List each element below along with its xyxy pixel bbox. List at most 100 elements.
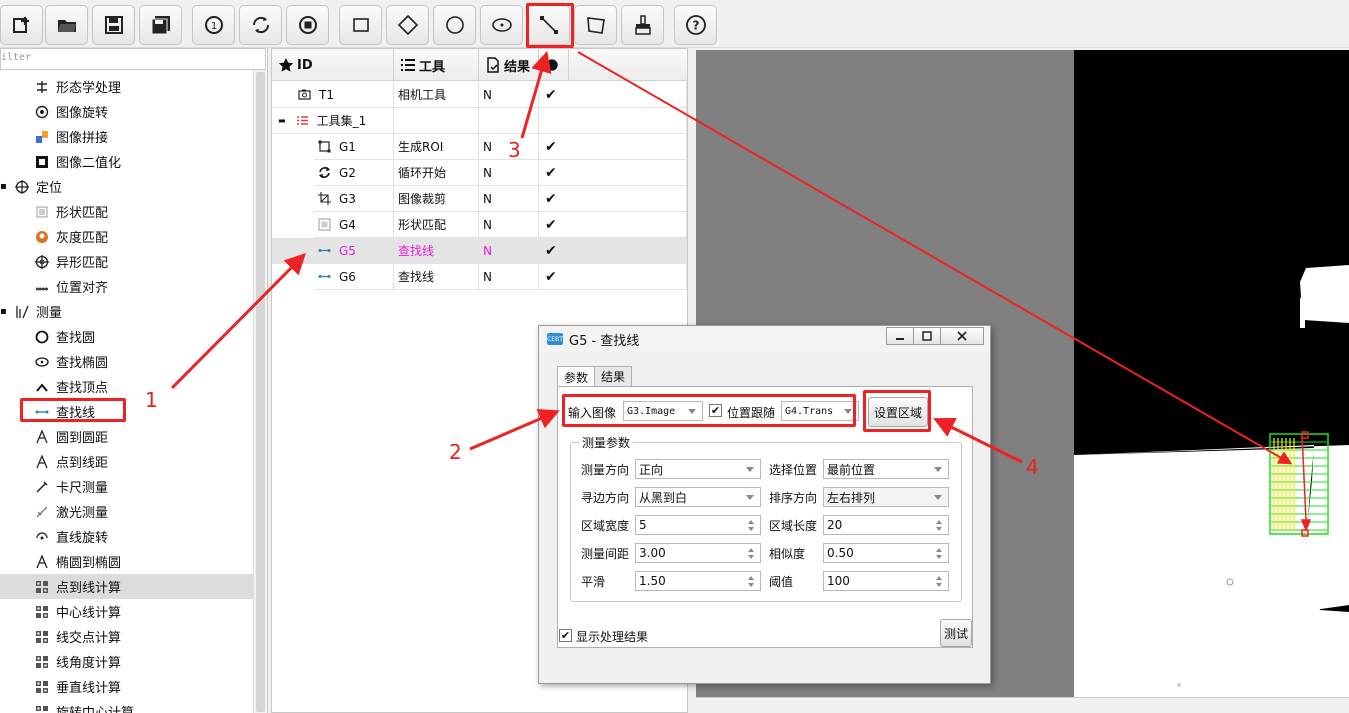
tree-item-3[interactable]: 图像二值化 [0, 149, 254, 174]
clear-roi-icon[interactable] [621, 5, 664, 45]
tree-item-25[interactable]: 旋转中心计算 [0, 699, 254, 713]
tree-item-label: 点到线计算 [56, 581, 122, 596]
cell-id: T1 [272, 82, 394, 108]
tree-item-label: 查找顶点 [56, 381, 109, 396]
tree-category-9[interactable]: ▪ 测量 [0, 299, 254, 324]
length-label: 区域长度 [769, 519, 818, 533]
cell-id: G4 [314, 212, 394, 238]
cell-enable-checkbox[interactable]: ✔ [539, 264, 687, 290]
table-row[interactable]: T1 相机工具 N ✔ [272, 82, 687, 108]
enable-icon [546, 59, 558, 71]
tree-item-12[interactable]: 查找顶点 [0, 374, 254, 399]
tree-item-19[interactable]: 椭圆到椭圆 [0, 549, 254, 574]
similarity-spinbox[interactable]: 0.50 [823, 543, 949, 563]
maximize-button[interactable] [913, 327, 941, 345]
cell-enable-checkbox[interactable]: ✔ [539, 238, 687, 264]
cell-enable-checkbox[interactable]: ✔ [539, 82, 687, 108]
save-icon[interactable] [92, 5, 135, 45]
tab-params[interactable]: 参数 [557, 366, 596, 387]
tree-item-label: 垂直线计算 [56, 681, 122, 696]
tree-item-14[interactable]: 圆到圆距 [0, 424, 254, 449]
test-button[interactable]: 测试 [940, 619, 972, 647]
cell-result [479, 108, 539, 134]
collapse-icon[interactable]: ▬ [278, 116, 286, 125]
ellipse-roi-icon[interactable] [480, 5, 523, 45]
run-loop-icon[interactable] [239, 5, 282, 45]
tree-item-5[interactable]: 形状匹配 [0, 199, 254, 224]
cell-enable-checkbox[interactable] [539, 108, 687, 134]
help-icon[interactable]: ? [674, 5, 717, 45]
spacing-spinbox[interactable]: 3.00 [635, 543, 761, 563]
expander-icon[interactable]: ▪ [0, 306, 7, 317]
tree-scrollbar[interactable] [253, 70, 267, 713]
direction-select[interactable]: 正向 [635, 459, 761, 479]
tree-item-15[interactable]: 点到线距 [0, 449, 254, 474]
tree-item-0[interactable]: 形态学处理 [0, 74, 254, 99]
tree-item-24[interactable]: 垂直线计算 [0, 674, 254, 699]
open-folder-icon[interactable] [45, 5, 88, 45]
maximize-icon [922, 331, 932, 341]
annotation-number-1: 1 [145, 388, 158, 412]
rotated-rect-roi-icon[interactable] [386, 5, 429, 45]
table-row[interactable]: G5 查找线 N ✔ [272, 238, 687, 264]
similarity-label: 相似度 [769, 547, 806, 561]
circle-roi-icon[interactable] [433, 5, 476, 45]
expander-icon[interactable]: ▪ [0, 181, 7, 192]
show-result-label: 显示处理结果 [576, 630, 649, 644]
tree-item-11[interactable]: 查找椭圆 [0, 349, 254, 374]
minimize-button[interactable] [886, 327, 914, 345]
rectangle-roi-icon[interactable] [339, 5, 382, 45]
sort-dir-select[interactable]: 左右排列 [823, 487, 949, 507]
cell-enable-checkbox[interactable]: ✔ [539, 160, 687, 186]
close-button[interactable] [940, 327, 984, 345]
table-row[interactable]: G6 查找线 N ✔ [272, 264, 687, 290]
tree-item-2[interactable]: 图像拼接 [0, 124, 254, 149]
show-result-checkbox[interactable]: ✔ [559, 629, 572, 642]
svg-text:?: ? [692, 19, 699, 33]
table-row[interactable]: G2 循环开始 N ✔ [272, 160, 687, 186]
tree-item-10[interactable]: 查找圆 [0, 324, 254, 349]
width-spinbox[interactable]: 5 [635, 515, 761, 535]
filter-input[interactable]: ilter [0, 48, 266, 70]
tree-item-21[interactable]: 中心线计算 [0, 599, 254, 624]
select-pos-select[interactable]: 最前位置 [823, 459, 949, 479]
header-enable[interactable] [539, 49, 569, 81]
tree-item-22[interactable]: 线交点计算 [0, 624, 254, 649]
calc-icon [34, 579, 50, 595]
header-tool[interactable]: 工具 [394, 49, 479, 81]
polygon-roi-icon[interactable] [574, 5, 617, 45]
smooth-spinbox[interactable]: 1.50 [635, 571, 761, 591]
add-icon[interactable] [0, 5, 43, 45]
length-spinbox[interactable]: 20 [823, 515, 949, 535]
header-result[interactable]: 结果 [479, 49, 539, 81]
table-row[interactable]: G1 生成ROI N ✔ [272, 134, 687, 160]
tree-item-7[interactable]: 异形匹配 [0, 249, 254, 274]
stop-icon[interactable] [286, 5, 329, 45]
tree-item-1[interactable]: 图像旋转 [0, 99, 254, 124]
run-once-icon[interactable]: 1 [192, 5, 235, 45]
tab-result[interactable]: 结果 [594, 366, 633, 386]
edge-dir-select[interactable]: 从黑到白 [635, 487, 761, 507]
tree-item-label: 定位 [36, 181, 63, 196]
table-row[interactable]: G4 形状匹配 N ✔ [272, 212, 687, 238]
table-row[interactable]: G3 图像裁剪 N ✔ [272, 186, 687, 212]
threshold-spinbox[interactable]: 100 [823, 571, 949, 591]
table-row[interactable]: ▬ 工具集_1 [272, 108, 687, 134]
tree-item-6[interactable]: 灰度匹配 [0, 224, 254, 249]
tree-item-8[interactable]: 位置对齐 [0, 274, 254, 299]
group-title: 测量参数 [579, 434, 634, 451]
header-id[interactable]: ID [272, 49, 394, 81]
tree-item-16[interactable]: 卡尺测量 [0, 474, 254, 499]
shape-match-icon [34, 204, 50, 220]
tree-item-23[interactable]: 线角度计算 [0, 649, 254, 674]
cell-enable-checkbox[interactable]: ✔ [539, 134, 687, 160]
dialog-title-bar[interactable]: CEBT G5 - 查找线 [539, 326, 990, 352]
tree-item-20[interactable]: 点到线计算 [0, 574, 254, 599]
tree-category-4[interactable]: ▪ 定位 [0, 174, 254, 199]
tree-item-17[interactable]: 激光测量 [0, 499, 254, 524]
save-as-icon[interactable] [139, 5, 182, 45]
find-line-dialog: CEBT G5 - 查找线 参数 结果 输入图像 G3.Image ✔ 位置跟随… [538, 325, 991, 684]
cell-enable-checkbox[interactable]: ✔ [539, 186, 687, 212]
tree-item-18[interactable]: 直线旋转 [0, 524, 254, 549]
cell-enable-checkbox[interactable]: ✔ [539, 212, 687, 238]
